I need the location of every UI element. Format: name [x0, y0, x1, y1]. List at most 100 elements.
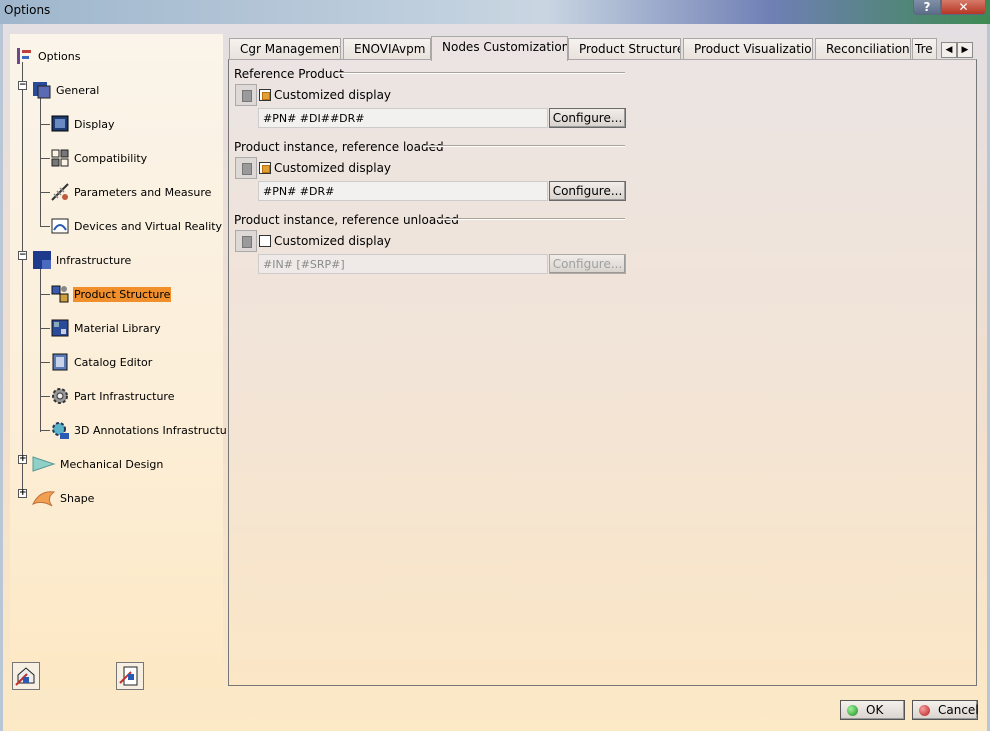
mechanical-design-icon: [32, 454, 56, 474]
help-button[interactable]: ?: [913, 0, 941, 15]
tree-connector: [40, 158, 50, 159]
lock-icon[interactable]: [235, 230, 257, 252]
tree-label: Mechanical Design: [60, 457, 164, 471]
tree-label: General: [56, 83, 100, 97]
tree-item-product-structure[interactable]: Product Structure: [50, 284, 172, 304]
tree-label: Devices and Virtual Reality: [74, 219, 223, 233]
lock-icon[interactable]: [235, 84, 257, 106]
tab-scroll-right-icon[interactable]: ▶: [957, 42, 973, 58]
tree-item-parameters-measure[interactable]: Parameters and Measure: [50, 182, 212, 202]
tree-item-3d-annotations[interactable]: 3D Annotations Infrastructu: [50, 420, 228, 440]
tree-connector: [40, 124, 50, 125]
ok-label: OK: [866, 703, 884, 717]
tree-label: Catalog Editor: [74, 355, 153, 369]
display-icon: [50, 114, 70, 134]
expand-mechanical-design-icon[interactable]: +: [18, 455, 27, 464]
tree-item-mechanical-design[interactable]: Mechanical Design: [32, 454, 164, 474]
tree-label: 3D Annotations Infrastructu: [74, 423, 227, 437]
tree-item-material-library[interactable]: Material Library: [50, 318, 162, 338]
reference-unloaded-format-field: #IN# [#SRP#]: [258, 254, 548, 274]
close-button[interactable]: ✕: [941, 0, 986, 15]
tree-connector: [40, 226, 50, 227]
tree-connector: [40, 328, 50, 329]
tree-item-catalog-editor[interactable]: Catalog Editor: [50, 352, 153, 372]
tab-product-visualization[interactable]: Product Visualization: [683, 38, 813, 60]
tab-reconciliation[interactable]: Reconciliation: [815, 38, 911, 60]
infrastructure-icon: [32, 250, 52, 270]
nodes-customization-panel: Reference Product Customized display #PN…: [228, 59, 977, 686]
reference-product-format-field[interactable]: #PN# #DI##DR#: [258, 108, 548, 128]
parameters-measure-icon: [50, 182, 70, 202]
customized-display-checkbox-2[interactable]: [259, 162, 271, 174]
configure-button-2[interactable]: Configure...: [549, 181, 626, 201]
part-infrastructure-icon: [50, 386, 70, 406]
tab-tree[interactable]: Tre: [912, 38, 937, 60]
options-icon: [14, 46, 34, 66]
checkbox-label: Customized display: [274, 234, 392, 248]
reference-loaded-format-field[interactable]: #PN# #DR#: [258, 181, 548, 201]
ok-button[interactable]: OK: [840, 700, 905, 720]
tree-label: Options: [38, 49, 81, 63]
tree-root-options[interactable]: Options: [14, 46, 81, 66]
tree-connector: [40, 362, 50, 363]
title-bar: Options ? ✕: [0, 0, 990, 24]
tree-label: Shape: [60, 491, 95, 505]
load-settings-icon: [15, 667, 35, 686]
export-settings-icon: [119, 666, 138, 686]
tab-product-structure[interactable]: Product Structure: [568, 38, 681, 60]
cancel-button[interactable]: Cancel: [912, 700, 979, 720]
window-title: Options: [4, 3, 51, 17]
tab-scroll: ◀ ▶: [941, 42, 973, 58]
tree-connector: [40, 294, 50, 295]
tree-label: Parameters and Measure: [74, 185, 212, 199]
devices-vr-icon: [50, 216, 70, 236]
tree-item-infrastructure[interactable]: Infrastructure: [32, 250, 132, 270]
tree-connector: [22, 62, 23, 498]
section-divider: [423, 145, 625, 147]
catalog-editor-icon: [50, 352, 70, 372]
configure-button-1[interactable]: Configure...: [549, 108, 626, 128]
general-icon: [32, 80, 52, 100]
section-divider: [337, 72, 625, 74]
tree-label: Material Library: [74, 321, 161, 335]
tree-connector: [40, 396, 50, 397]
cancel-icon: [919, 704, 930, 716]
export-settings-button[interactable]: [116, 662, 144, 690]
tree-item-devices-vr[interactable]: Devices and Virtual Reality: [50, 216, 223, 236]
tab-scroll-left-icon[interactable]: ◀: [941, 42, 957, 58]
cancel-label: Cancel: [938, 703, 979, 717]
tab-nodes-customization[interactable]: Nodes Customization: [431, 36, 568, 61]
tree-item-display[interactable]: Display: [50, 114, 116, 134]
tab-cgr-management[interactable]: Cgr Management: [229, 38, 341, 60]
section-title-reference-unloaded: Product instance, reference unloaded: [234, 213, 459, 227]
tree-connector: [40, 268, 41, 432]
tree-item-general[interactable]: General: [32, 80, 100, 100]
shape-icon: [31, 488, 56, 508]
tree-connector: [40, 430, 50, 431]
collapse-general-icon[interactable]: −: [18, 81, 27, 90]
section-title-reference-loaded: Product instance, reference loaded: [234, 140, 444, 154]
material-library-icon: [50, 318, 70, 338]
checkbox-label: Customized display: [274, 88, 392, 102]
tree-item-part-infrastructure[interactable]: Part Infrastructure: [50, 386, 175, 406]
lock-icon[interactable]: [235, 157, 257, 179]
tab-enoviavpm[interactable]: ENOVIAvpm: [343, 38, 431, 60]
annotations-3d-icon: [50, 420, 70, 440]
tab-bar: Cgr Management ENOVIAvpm Nodes Customiza…: [229, 36, 979, 61]
tree-connector: [40, 192, 50, 193]
expand-shape-icon[interactable]: +: [18, 489, 27, 498]
tree-label: Compatibility: [74, 151, 148, 165]
collapse-infrastructure-icon[interactable]: −: [18, 251, 27, 260]
options-tree: − − + + Options General Display Compatib…: [10, 34, 227, 690]
tree-item-shape[interactable]: Shape: [31, 488, 95, 508]
configure-button-3: Configure...: [549, 254, 626, 274]
tree-label: Infrastructure: [56, 253, 132, 267]
checkbox-label: Customized display: [274, 161, 392, 175]
load-settings-button[interactable]: [12, 662, 40, 690]
tree-item-compatibility[interactable]: Compatibility: [50, 148, 148, 168]
customized-display-checkbox-1[interactable]: [259, 89, 271, 101]
ok-icon: [847, 704, 858, 716]
customized-display-checkbox-3[interactable]: [259, 235, 271, 247]
product-structure-icon: [50, 284, 70, 304]
compatibility-icon: [50, 148, 70, 168]
